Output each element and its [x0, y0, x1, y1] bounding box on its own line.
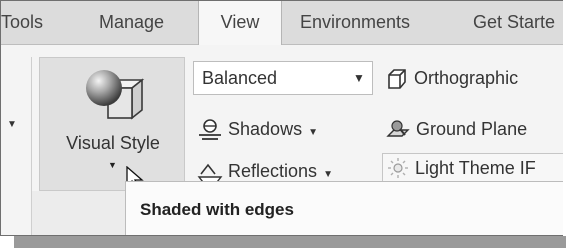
ground-plane-icon: [386, 120, 410, 137]
light-theme-icon: [388, 158, 408, 178]
tooltip-text: Shaded with edges: [140, 200, 294, 219]
panel-expand-arrow-icon[interactable]: ▼: [7, 119, 17, 130]
ground-plane-button[interactable]: Ground Plane: [385, 114, 527, 144]
reflections-dropdown-arrow-icon[interactable]: ▼: [323, 169, 333, 180]
shadows-icon: [199, 119, 221, 141]
tab-environments[interactable]: Environments: [300, 1, 410, 44]
lighting-style-label: Light Theme IF: [415, 158, 536, 178]
orthographic-button[interactable]: Orthographic: [385, 61, 518, 95]
ribbon-tab-bar: Tools Manage View Environments Get Start…: [1, 1, 563, 45]
shadows-dropdown-arrow-icon[interactable]: ▼: [308, 127, 318, 138]
reflections-label: Reflections: [228, 161, 318, 181]
sphere-cube-icon: [86, 70, 145, 120]
visual-style-label: Visual Style: [66, 133, 160, 153]
ground-plane-label: Ground Plane: [416, 119, 528, 139]
window-drop-shadow: [14, 236, 566, 248]
tab-view[interactable]: View: [198, 1, 282, 45]
visual-style-select[interactable]: Balanced: [193, 61, 373, 95]
orthographic-cube-icon: [388, 69, 406, 90]
app-window: Tools Manage View Environments Get Start…: [0, 0, 563, 236]
visual-style-dropdown-arrow-icon[interactable]: ▼: [108, 160, 117, 170]
visual-style-select-value: Balanced: [202, 68, 278, 88]
tab-tools[interactable]: Tools: [1, 1, 43, 44]
tooltip: Shaded with edges: [125, 181, 563, 235]
shadows-label: Shadows: [228, 119, 303, 139]
visual-style-button[interactable]: Visual Style ▼: [39, 57, 185, 191]
lighting-style-select[interactable]: Light Theme IF: [382, 153, 563, 183]
orthographic-label: Orthographic: [414, 68, 519, 88]
shadows-button[interactable]: Shadows ▼: [197, 114, 318, 148]
panel-footer: [32, 191, 125, 235]
tab-get-started[interactable]: Get Starte: [473, 1, 555, 44]
visual-style-select-arrow-icon[interactable]: ▼: [353, 61, 365, 95]
tab-manage[interactable]: Manage: [99, 1, 164, 44]
